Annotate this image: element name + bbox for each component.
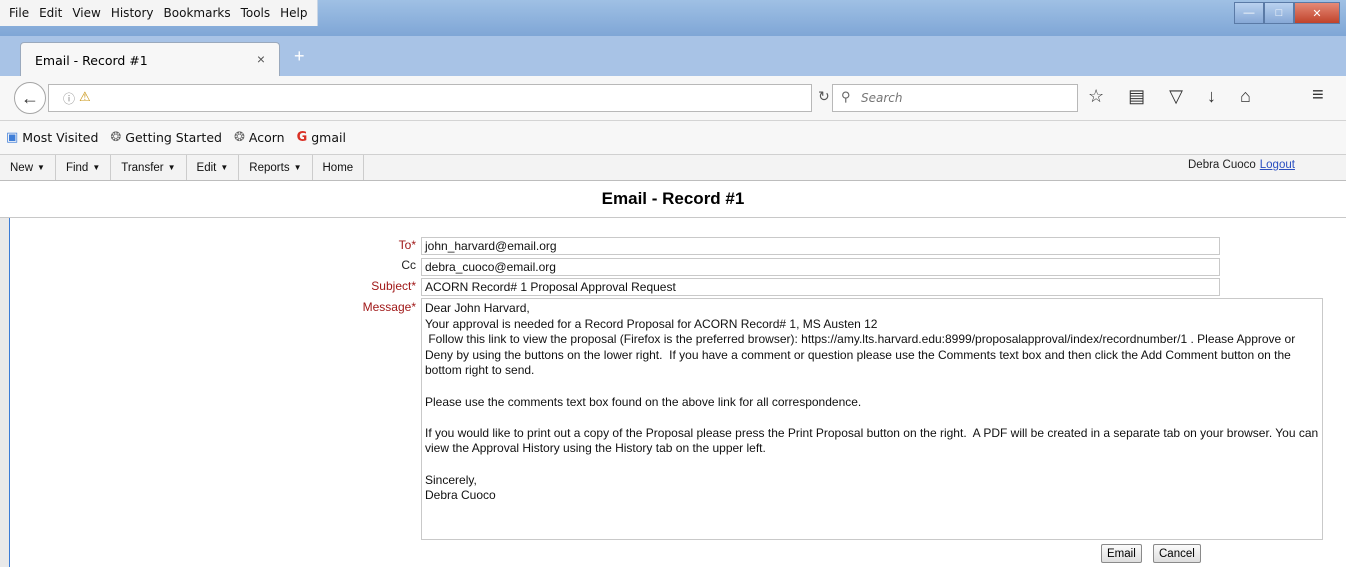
google-icon: G bbox=[296, 130, 308, 145]
app-menu-reports[interactable]: Reports ▼ bbox=[239, 155, 313, 180]
tab-strip: Email - Record #1 × + bbox=[0, 36, 1346, 77]
back-arrow-icon[interactable]: ← bbox=[14, 82, 46, 114]
hamburger-menu-icon[interactable]: ≡ bbox=[1312, 84, 1324, 107]
caret-down-icon: ▼ bbox=[92, 163, 101, 172]
menu-label: New bbox=[10, 161, 34, 174]
search-icon: ⚲ bbox=[841, 89, 851, 104]
bookmark-acorn[interactable]: ❂ Acorn bbox=[234, 130, 285, 145]
bookmark-label: Acorn bbox=[248, 130, 285, 145]
cc-label: Cc bbox=[401, 258, 416, 272]
subject-field[interactable]: ACORN Record# 1 Proposal Approval Reques… bbox=[421, 278, 1220, 296]
menu-label: Find bbox=[65, 161, 89, 174]
menu-bookmarks[interactable]: Bookmarks bbox=[159, 6, 236, 20]
browser-menubar: File Edit View History Bookmarks Tools H… bbox=[0, 0, 318, 26]
app-menu-find[interactable]: Find ▼ bbox=[56, 155, 112, 180]
firefox-icon: ❂ bbox=[110, 130, 122, 145]
home-icon[interactable]: ⌂ bbox=[1240, 86, 1251, 107]
bookmark-getting-started[interactable]: ❂ Getting Started bbox=[110, 130, 222, 145]
app-menubar: New ▼ Find ▼ Transfer ▼ Edit ▼ Reports ▼ Home… bbox=[0, 155, 1346, 181]
to-label: To* bbox=[398, 238, 416, 252]
caret-down-icon: ▼ bbox=[167, 163, 176, 172]
app-menu-new[interactable]: New ▼ bbox=[0, 155, 56, 180]
user-name: Debra Cuoco bbox=[1188, 159, 1256, 171]
menu-view[interactable]: View bbox=[67, 6, 105, 20]
most-visited-icon: ▣ bbox=[6, 130, 19, 145]
cc-field[interactable]: debra_cuoco@email.org bbox=[421, 258, 1220, 276]
minimize-icon[interactable]: — bbox=[1234, 2, 1264, 24]
search-input[interactable] bbox=[859, 88, 1073, 108]
menu-history[interactable]: History bbox=[106, 6, 159, 20]
page-title: Email - Record #1 bbox=[0, 180, 1346, 218]
menu-help[interactable]: Help bbox=[275, 6, 312, 20]
caret-down-icon: ▼ bbox=[220, 163, 229, 172]
menu-label: Transfer bbox=[121, 161, 164, 174]
bookmark-star-icon[interactable]: ☆ bbox=[1088, 86, 1104, 107]
caret-down-icon: ▼ bbox=[293, 163, 302, 172]
logout-link[interactable]: Logout bbox=[1260, 159, 1295, 171]
left-frame-edge bbox=[0, 218, 10, 567]
bookmark-label: Most Visited bbox=[22, 130, 99, 145]
pocket-icon[interactable]: ▽ bbox=[1169, 86, 1183, 107]
bookmark-label: gmail bbox=[311, 130, 346, 145]
message-label: Message* bbox=[362, 300, 416, 314]
window-controls: — □ ✕ bbox=[1234, 2, 1340, 24]
cancel-button[interactable]: Cancel bbox=[1153, 544, 1201, 563]
info-icon[interactable]: ⓘ bbox=[63, 90, 75, 107]
maximize-icon[interactable]: □ bbox=[1264, 2, 1294, 24]
app-menu-transfer[interactable]: Transfer ▼ bbox=[111, 155, 187, 180]
close-window-icon[interactable]: ✕ bbox=[1294, 2, 1340, 24]
message-textarea[interactable]: Dear John Harvard, Your approval is need… bbox=[421, 298, 1323, 540]
navigation-bar: ← ⓘ ⚠ ↻ ⚲ ☆ ▤ ▽ ↓ ⌂ ≡ bbox=[0, 76, 1346, 121]
menu-label: Edit bbox=[196, 161, 217, 174]
tab-title: Email - Record #1 bbox=[35, 52, 148, 68]
bookmark-gmail[interactable]: G gmail bbox=[297, 130, 346, 145]
new-tab-icon[interactable]: + bbox=[294, 46, 305, 67]
search-box[interactable]: ⚲ bbox=[832, 84, 1078, 112]
tab-close-icon[interactable]: × bbox=[257, 51, 265, 67]
menu-label: Home bbox=[322, 161, 354, 174]
browser-tab[interactable]: Email - Record #1 × bbox=[20, 42, 280, 77]
firefox-icon: ❂ bbox=[233, 130, 245, 145]
app-menu: New ▼ Find ▼ Transfer ▼ Edit ▼ Reports ▼ Home bbox=[0, 155, 365, 180]
bookmarks-toolbar: ▣ Most Visited ❂ Getting Started ❂ Acorn… bbox=[0, 121, 1346, 155]
clipboard-icon[interactable]: ▤ bbox=[1128, 86, 1145, 107]
menu-edit[interactable]: Edit bbox=[34, 6, 67, 20]
subject-label: Subject* bbox=[371, 279, 416, 293]
url-bar[interactable]: ⓘ ⚠ bbox=[48, 84, 812, 112]
menu-label: Reports bbox=[249, 161, 290, 174]
window-titlebar: File Edit View History Bookmarks Tools H… bbox=[0, 0, 1346, 36]
menu-file[interactable]: File bbox=[4, 6, 34, 20]
bookmark-label: Getting Started bbox=[125, 130, 222, 145]
insecure-lock-icon[interactable]: ⚠ bbox=[79, 89, 91, 105]
email-button[interactable]: Email bbox=[1101, 544, 1142, 563]
user-info: Debra Cuoco Logout bbox=[1188, 159, 1295, 171]
app-menu-edit[interactable]: Edit ▼ bbox=[187, 155, 240, 180]
to-field[interactable]: john_harvard@email.org bbox=[421, 237, 1220, 255]
bookmark-most-visited[interactable]: ▣ Most Visited bbox=[6, 130, 98, 145]
download-icon[interactable]: ↓ bbox=[1207, 86, 1216, 107]
toolbar-icons: ☆ ▤ ▽ ↓ ⌂ bbox=[1088, 86, 1251, 107]
menu-tools[interactable]: Tools bbox=[236, 6, 276, 20]
reload-icon[interactable]: ↻ bbox=[818, 88, 830, 105]
app-menu-home[interactable]: Home bbox=[313, 155, 365, 180]
caret-down-icon: ▼ bbox=[37, 163, 45, 172]
